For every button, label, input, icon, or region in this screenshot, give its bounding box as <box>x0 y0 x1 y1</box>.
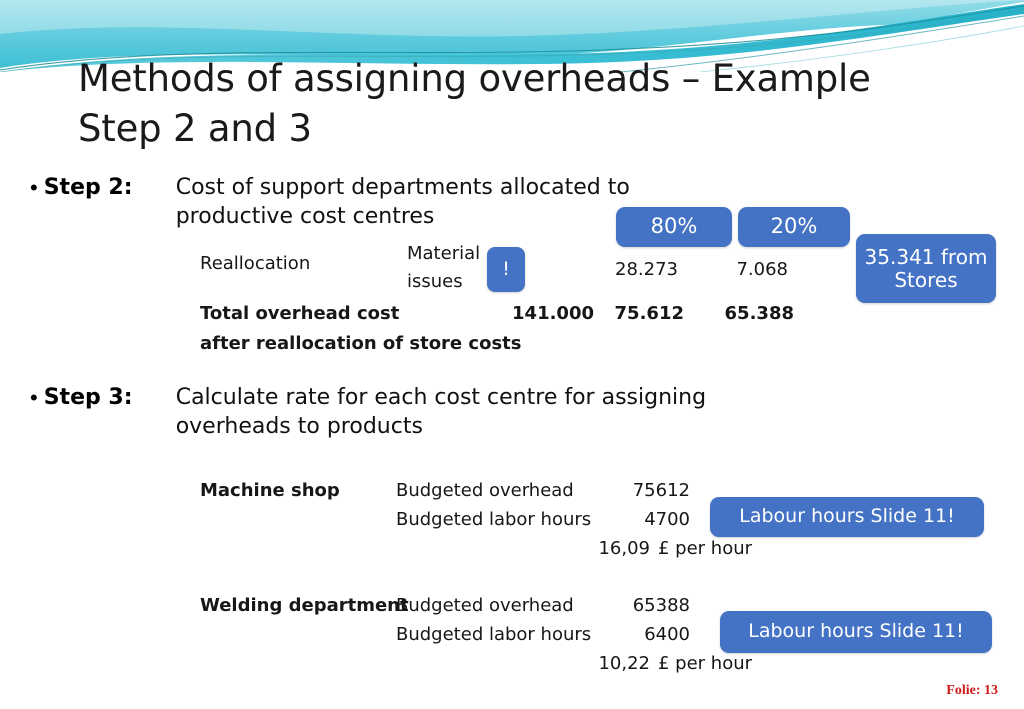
bullet-label-step-2: Step 2: <box>43 175 133 200</box>
bullet-marker-icon-2: • <box>30 385 38 410</box>
machine-shop-row2-value: 4700 <box>644 509 690 530</box>
callout-labour-hours-2[interactable]: Labour hours Slide 11! <box>720 611 992 653</box>
reallocation-label: Reallocation <box>200 253 311 274</box>
bullet-label-step-3: Step 3: <box>43 385 133 410</box>
callout-percent-20[interactable]: 20% <box>738 207 850 247</box>
total-value-col2: 65.388 <box>724 303 794 324</box>
welding-row1-label: Budgeted overhead <box>396 595 574 616</box>
alloc-value-col1: 28.273 <box>615 259 678 280</box>
welding-row1-value: 65388 <box>632 595 690 616</box>
slide-title: Methods of assigning overheads – Example… <box>78 57 871 150</box>
welding-row2-value: 6400 <box>644 624 690 645</box>
alloc-value-col2: 7.068 <box>736 259 788 280</box>
bullet-step-2: • Step 2: Cost of support departments al… <box>30 173 630 231</box>
callout-labour-hours-1[interactable]: Labour hours Slide 11! <box>710 497 984 537</box>
callout-stores-amount[interactable]: 35.341 from Stores <box>856 234 996 303</box>
slide-number-footer: Folie: 13 <box>946 683 998 698</box>
bullet-step-3: • Step 3: Calculate rate for each cost c… <box>30 383 706 441</box>
material-issues-line1: Material <box>407 243 481 264</box>
total-overhead-label-line1: Total overhead cost <box>200 303 400 324</box>
callout-percent-80[interactable]: 80% <box>616 207 732 247</box>
bullet-marker-icon: • <box>30 175 38 200</box>
machine-shop-rate-value: 16,09 <box>598 538 650 559</box>
welding-department: Welding department <box>200 595 409 616</box>
machine-shop-rate-unit: £ per hour <box>658 538 753 559</box>
bullet-text-step-2: Cost of support departments allocated to… <box>175 175 630 229</box>
slide-canvas: Methods of assigning overheads – Example… <box>0 0 1024 709</box>
total-value-col1: 75.612 <box>614 303 684 324</box>
machine-shop-row1-label: Budgeted overhead <box>396 480 574 501</box>
bullet-text-step-3: Calculate rate for each cost centre for … <box>175 385 707 439</box>
machine-shop-department: Machine shop <box>200 480 340 501</box>
material-issues-line2: issues <box>407 271 463 292</box>
welding-rate-unit: £ per hour <box>658 653 753 674</box>
callout-exclamation[interactable]: ! <box>487 247 525 292</box>
total-overhead-value: 141.000 <box>512 303 594 324</box>
machine-shop-row2-label: Budgeted labor hours <box>396 509 592 530</box>
total-overhead-label-line2: after reallocation of store costs <box>200 333 522 354</box>
welding-row2-label: Budgeted labor hours <box>396 624 592 645</box>
machine-shop-row1-value: 75612 <box>632 480 690 501</box>
welding-rate-value: 10,22 <box>598 653 650 674</box>
